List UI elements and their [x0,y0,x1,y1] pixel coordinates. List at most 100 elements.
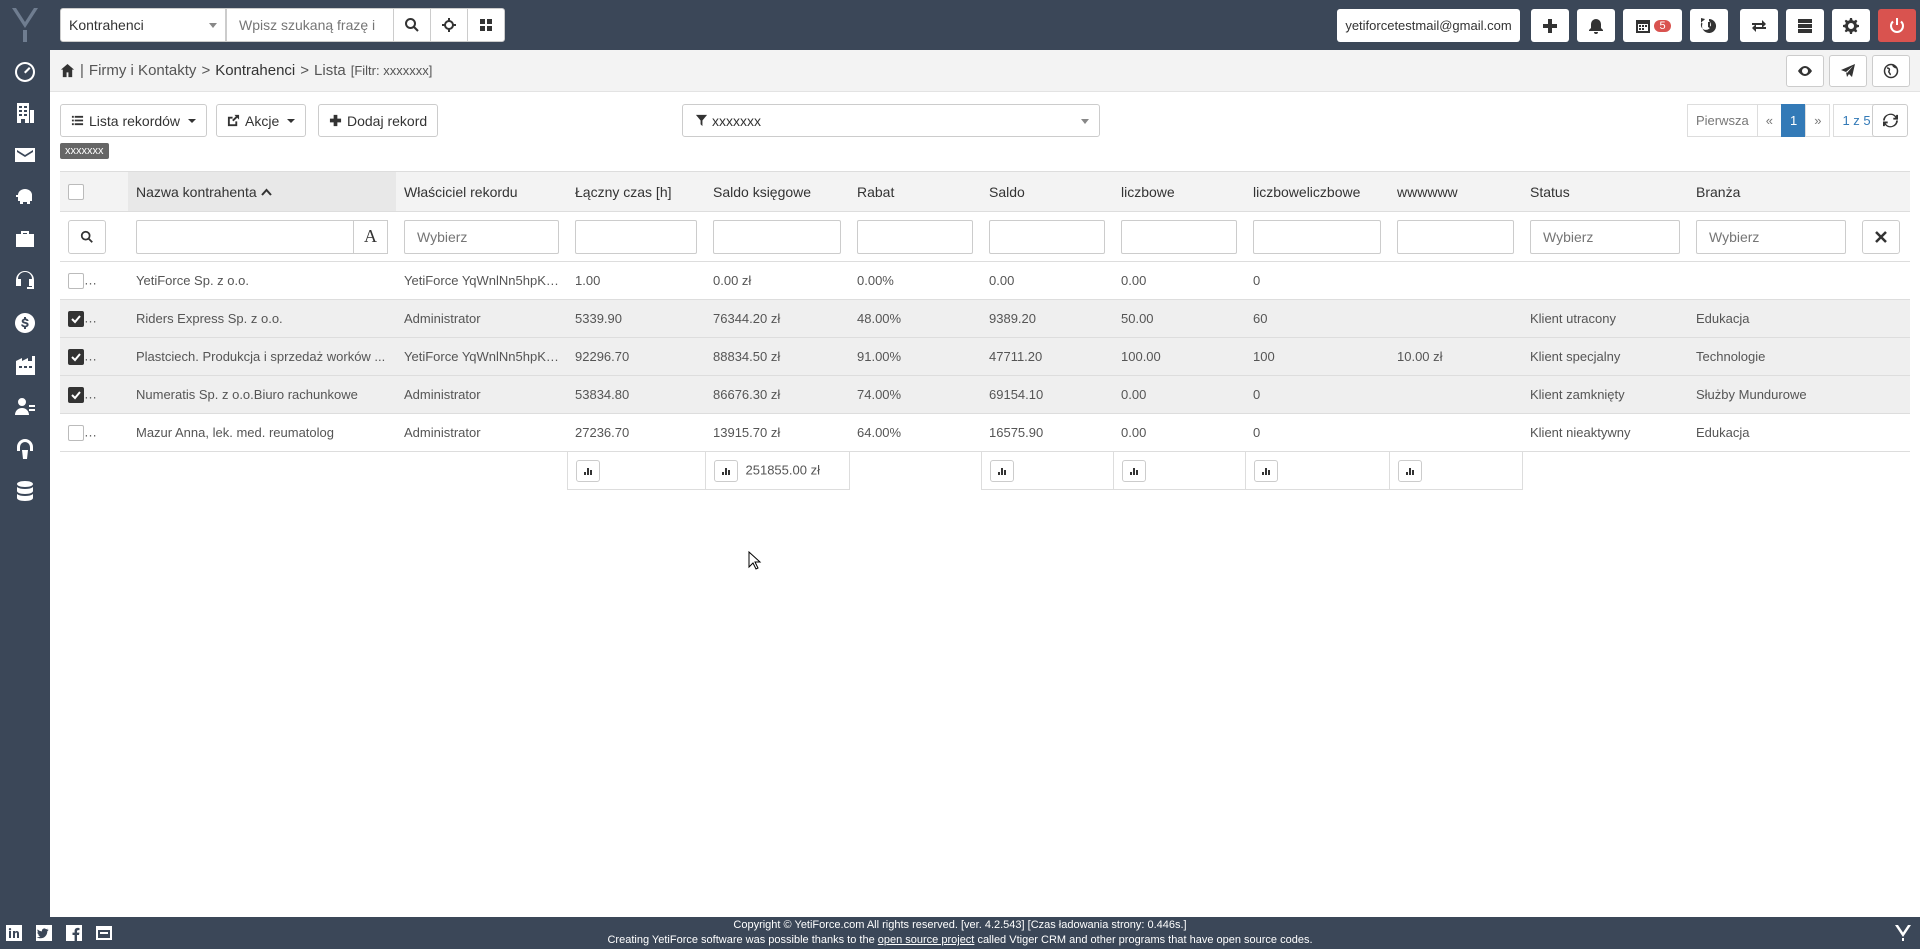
open-source-link[interactable]: open source project [878,934,975,946]
global-search-input[interactable] [226,8,394,42]
row-checkbox[interactable] [68,272,84,289]
marketing-icon[interactable] [0,134,50,176]
col-header-total-time[interactable]: Łączny czas [h] [567,171,705,212]
contacts-icon[interactable] [0,386,50,428]
notifications-button[interactable] [1577,9,1615,42]
search-discount-input[interactable] [857,219,973,254]
home-icon[interactable] [60,63,75,78]
switch-users-button[interactable] [1740,9,1778,42]
cell-name[interactable]: Plastciech. Produkcja i sprzedaż worków … [128,337,396,376]
table-row[interactable]: Mazur Anna, lek. med. reumatolog Administ… [60,413,1910,452]
search-name-input[interactable] [136,219,354,254]
select-all-checkbox[interactable] [68,184,84,201]
table-row[interactable]: Riders Express Sp. z o.o. Administrator 53… [60,299,1910,338]
inventory-icon[interactable] [0,344,50,386]
user-email-button[interactable]: yetiforcetestmail@gmail.com [1337,9,1520,42]
search-numeric2-input[interactable] [1253,219,1381,254]
row-checkbox[interactable] [68,386,84,403]
cell-name[interactable]: Riders Express Sp. z o.o. [128,299,396,338]
search-acc-balance-input[interactable] [713,219,841,254]
cell-name[interactable]: Mazur Anna, lek. med. reumatolog [128,413,396,452]
dashboard-icon[interactable] [0,50,50,92]
yetiforce-footer-logo[interactable] [1890,923,1916,943]
search-time-input[interactable] [575,219,697,254]
cell-name[interactable]: YetiForce Sp. z o.o. [128,261,396,300]
row-checkbox[interactable] [68,424,84,441]
projects-icon[interactable] [0,218,50,260]
col-header-balance[interactable]: Saldo [981,171,1113,212]
table-row[interactable]: Numeratis Sp. z o.o.Biuro rachunkowe Admi… [60,375,1910,414]
sum-empty [1688,452,1854,490]
search-www-input[interactable] [1397,219,1514,254]
col-header-status[interactable]: Status [1522,171,1688,212]
twitter-icon[interactable] [34,923,54,943]
pager-first[interactable]: Pierwsza [1687,104,1758,137]
tasks-icon [1798,18,1812,33]
search-owner-select[interactable] [404,219,559,254]
search-numeric-input[interactable] [1121,219,1237,254]
menu-button[interactable] [1786,9,1824,42]
text-search-mode-icon[interactable]: A [353,219,388,254]
grid-view-button[interactable] [467,8,505,42]
clear-search-button[interactable] [1862,219,1900,254]
custom-view-filter-select[interactable]: xxxxxxx [682,104,1100,137]
filter-tag[interactable]: xxxxxxx [60,143,109,159]
add-record-button[interactable]: Dodaj rekord [318,104,439,137]
module-select[interactable]: Kontrahenci [60,8,226,42]
breadcrumb-module[interactable]: Kontrahenci [215,62,295,79]
tools-icon[interactable] [0,428,50,470]
row-checkbox[interactable] [68,310,84,327]
col-header-discount[interactable]: Rabat [849,171,981,212]
support-icon[interactable] [0,260,50,302]
row-checkbox[interactable] [68,348,84,365]
advanced-search-button[interactable] [430,8,468,42]
search-industry-select[interactable] [1696,219,1846,254]
col-header-numeric2[interactable]: liczboweliczbowe [1245,171,1389,212]
view-mode-button[interactable] [1786,55,1824,87]
row-actions-cell [60,299,128,338]
calculate-sum-button[interactable] [575,459,600,482]
calendar-reminders-button[interactable]: 5 [1623,9,1682,42]
logout-button[interactable] [1878,9,1916,42]
row-actions-cell [60,413,128,452]
search-status-select[interactable] [1530,219,1680,254]
cell-status: Klient zamknięty [1522,375,1688,414]
yetiforce-logo[interactable] [0,0,50,50]
table-row[interactable]: YetiForce Sp. z o.o. YetiForce YqWnlNn5hp… [60,261,1910,300]
calculate-sum-button[interactable] [1121,459,1146,482]
history-button[interactable] [1690,9,1728,42]
web-button[interactable] [1872,55,1910,87]
record-list-button[interactable]: Lista rekordów [60,104,208,137]
col-header-www[interactable]: wwwwww [1389,171,1522,212]
finance-icon[interactable] [0,302,50,344]
col-header-accounting-balance[interactable]: Saldo księgowe [705,171,849,212]
quick-create-button[interactable] [1531,9,1569,42]
actions-button[interactable]: Akcje [216,104,307,137]
companies-icon[interactable] [0,92,50,134]
refresh-button[interactable] [1872,104,1908,137]
send-button[interactable] [1829,55,1867,87]
pager-next[interactable]: » [1805,104,1831,137]
search-button[interactable] [393,8,431,42]
breadcrumb-companies[interactable]: Firmy i Kontakty [89,62,197,79]
calculate-sum-button[interactable] [1397,459,1422,482]
yetiforce-shop-icon[interactable] [94,923,114,943]
col-header-industry[interactable]: Branża [1688,171,1854,212]
cell-name[interactable]: Numeratis Sp. z o.o.Biuro rachunkowe [128,375,396,414]
search-balance-input[interactable] [989,219,1105,254]
linkedin-icon[interactable] [4,923,24,943]
pager-current[interactable]: 1 [1780,104,1807,137]
calculate-sum-button[interactable] [989,459,1014,482]
col-header-numeric[interactable]: liczbowe [1113,171,1245,212]
facebook-icon[interactable] [64,923,84,943]
table-row[interactable]: Plastciech. Produkcja i sprzedaż worków … [60,337,1910,376]
calculate-sum-button[interactable] [713,459,738,482]
settings-button[interactable] [1832,9,1870,42]
database-icon[interactable] [0,470,50,512]
sales-icon[interactable] [0,176,50,218]
list-search-button[interactable] [68,219,106,254]
pager-prev[interactable]: « [1756,104,1782,137]
calculate-sum-button[interactable] [1253,459,1278,482]
col-header-name[interactable]: Nazwa kontrahenta [128,171,396,212]
col-header-owner[interactable]: Właściciel rekordu [396,171,567,212]
